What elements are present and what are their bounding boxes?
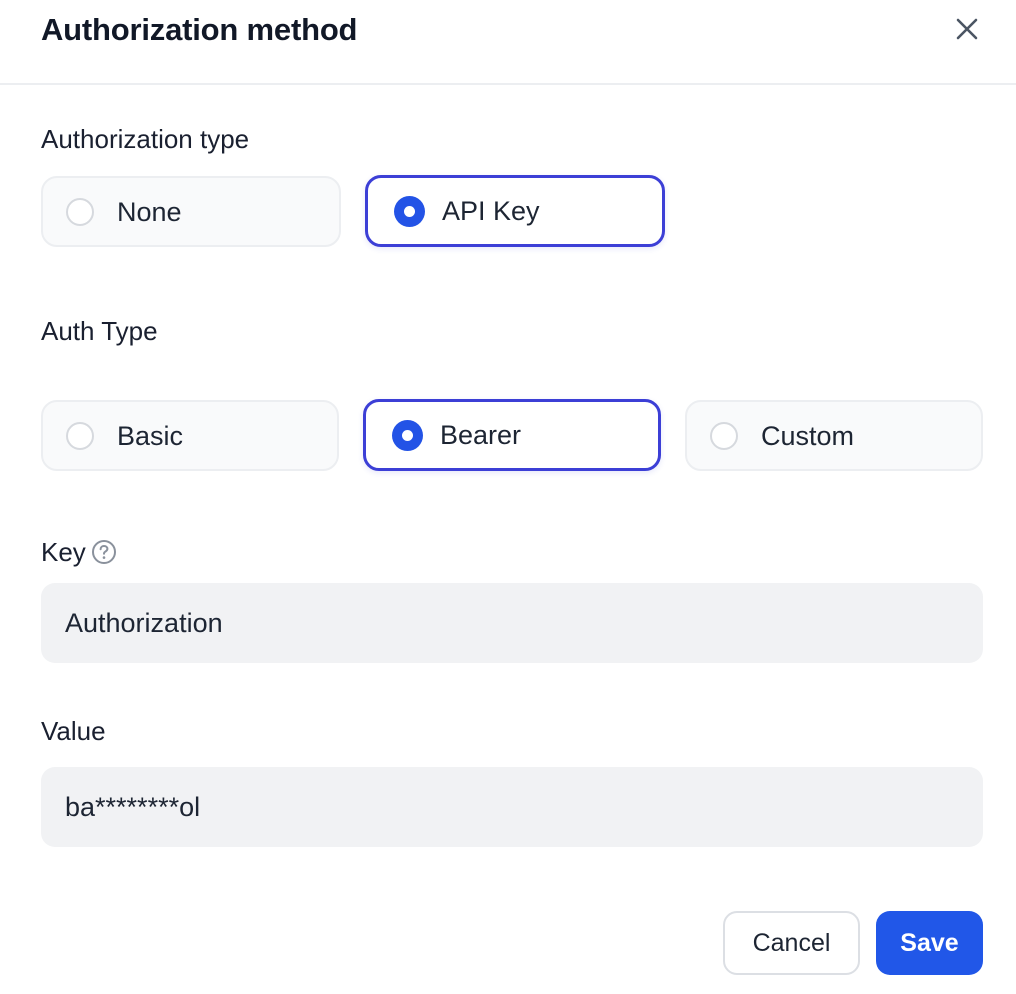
- key-input[interactable]: Authorization: [41, 583, 983, 663]
- question-circle-icon[interactable]: [91, 539, 117, 565]
- auth-type-option-none[interactable]: None: [41, 176, 341, 247]
- auth-scheme-option-custom[interactable]: Custom: [685, 400, 983, 471]
- close-icon: [956, 18, 978, 40]
- auth-type-option-api-key[interactable]: API Key: [365, 175, 665, 247]
- radio-checked-icon: [392, 419, 423, 451]
- close-button[interactable]: [948, 10, 986, 48]
- help-glyph: [91, 540, 116, 564]
- save-button[interactable]: Save: [876, 911, 983, 975]
- auth-scheme-option-basic[interactable]: Basic: [41, 400, 339, 471]
- dialog-title: Authorization method: [41, 12, 358, 47]
- option-label: API Key: [442, 196, 540, 226]
- authorization-method-dialog: Authorization method Authorization type …: [0, 0, 1016, 994]
- key-label-text: Key: [41, 537, 86, 567]
- authorization-type-label: Authorization type: [41, 124, 250, 154]
- option-label: Custom: [761, 420, 855, 451]
- cancel-button[interactable]: Cancel: [723, 911, 860, 975]
- auth-scheme-option-bearer[interactable]: Bearer: [363, 399, 661, 471]
- option-label: None: [117, 196, 182, 227]
- value-input[interactable]: ba********ol: [41, 767, 983, 847]
- radio-unchecked-icon: [710, 421, 738, 450]
- dialog-header: Authorization method: [0, 0, 1016, 85]
- auth-scheme-label: Auth Type: [41, 316, 158, 346]
- radio-unchecked-icon: [66, 421, 94, 450]
- value-field-label: Value: [41, 716, 106, 746]
- radio-unchecked-icon: [66, 197, 94, 226]
- key-field-label: Key: [41, 535, 117, 569]
- radio-checked-icon: [394, 195, 425, 227]
- option-label: Basic: [117, 420, 184, 451]
- option-label: Bearer: [440, 420, 522, 450]
